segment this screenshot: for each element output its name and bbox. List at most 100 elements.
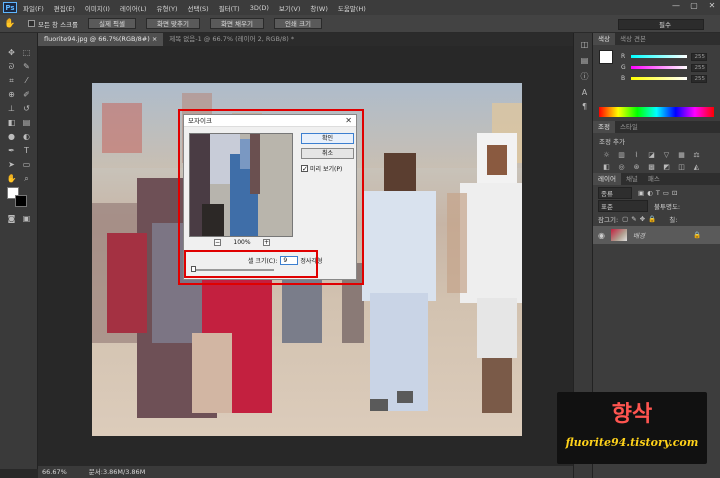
- stamp-tool-icon[interactable]: ⊥: [6, 103, 17, 114]
- visibility-eye-icon[interactable]: ◉: [598, 231, 605, 240]
- menu-edit[interactable]: 편집(E): [54, 3, 75, 13]
- layer-name[interactable]: 배경: [633, 230, 645, 240]
- tab-paths[interactable]: 패스: [643, 173, 665, 185]
- layer-filter-row: 종류 ▣◐T▭⊡: [593, 187, 720, 199]
- photoshop-logo: Ps: [3, 2, 17, 13]
- quick-select-tool-icon[interactable]: ✎: [21, 61, 32, 72]
- color-panel-tabs: 색상 색상 견본: [593, 33, 720, 45]
- character-panel-icon[interactable]: A: [579, 87, 590, 98]
- menu-help[interactable]: 도움말(H): [338, 3, 366, 13]
- channel-mixer-icon[interactable]: ⊛: [631, 162, 642, 172]
- vibrance-icon[interactable]: ▽: [661, 150, 672, 160]
- fg-bg-preview: R 255 G 255 B 255: [593, 45, 720, 89]
- menu-file[interactable]: 파일(F): [23, 3, 44, 13]
- gradient-tool-icon[interactable]: ▤: [21, 117, 32, 128]
- tab-fluorite94[interactable]: fluorite94.jpg @ 66.7%(RGB/8#) ×: [38, 33, 164, 46]
- menu-filter[interactable]: 필터(T): [219, 3, 240, 13]
- fill-screen-button[interactable]: 화면 채우기: [209, 18, 264, 29]
- color-spectrum[interactable]: [599, 107, 714, 117]
- eraser-tool-icon[interactable]: ◧: [6, 117, 17, 128]
- adjust-title: 조정 추가: [599, 138, 625, 146]
- layer-thumbnail: [610, 229, 627, 241]
- window-controls: — ▢ ✕: [666, 0, 720, 11]
- watermark-url: fluorite94.tistory.com: [565, 436, 699, 449]
- levels-icon[interactable]: ▥: [616, 150, 627, 160]
- tab-untitled-1[interactable]: 제목 없음-1 @ 66.7% (레이어 2, RGB/8) *: [163, 33, 300, 46]
- lookup-icon[interactable]: ▩: [646, 162, 657, 172]
- menu-window[interactable]: 창(W): [310, 3, 327, 13]
- eyedropper-tool-icon[interactable]: ⁄: [21, 75, 32, 86]
- blur-tool-icon[interactable]: ●: [6, 131, 17, 142]
- hand-tool-icon[interactable]: ✋: [6, 173, 17, 184]
- background-color-swatch[interactable]: [15, 195, 27, 207]
- invert-icon[interactable]: ◩: [661, 162, 672, 172]
- curves-icon[interactable]: ⌇: [631, 150, 642, 160]
- crop-tool-icon[interactable]: ⌗: [6, 75, 17, 86]
- menu-select[interactable]: 선택(S): [188, 3, 209, 13]
- shape-tool-icon[interactable]: ▭: [21, 159, 32, 170]
- history-brush-tool-icon[interactable]: ↺: [21, 103, 32, 114]
- pen-tool-icon[interactable]: ✒: [6, 145, 17, 156]
- posterize-icon[interactable]: ◫: [676, 162, 687, 172]
- dodge-tool-icon[interactable]: ◐: [21, 131, 32, 142]
- move-tool-icon[interactable]: ✥: [6, 47, 17, 58]
- color-balance-icon[interactable]: ⚖: [691, 150, 702, 160]
- green-slider[interactable]: G 255: [593, 62, 720, 73]
- fill-label: 칠:: [669, 216, 678, 224]
- blend-mode-select[interactable]: 표준: [598, 200, 648, 212]
- menu-view[interactable]: 보기(V): [279, 3, 300, 13]
- watermark-name: 향삭: [611, 402, 653, 427]
- fit-screen-button[interactable]: 화면 맞추기: [146, 18, 200, 29]
- actual-pixels-button[interactable]: 실제 픽셀: [88, 18, 137, 29]
- hue-icon[interactable]: ▦: [676, 150, 687, 160]
- tab-color[interactable]: 색상: [593, 33, 615, 45]
- type-tool-icon[interactable]: T: [21, 145, 32, 156]
- tab-layers[interactable]: 레이어: [593, 173, 621, 185]
- watermark: 향삭 fluorite94.tistory.com: [557, 392, 707, 464]
- photo-filter-icon[interactable]: ◎: [616, 162, 627, 172]
- cell-size-highlight: [184, 250, 318, 278]
- threshold-icon[interactable]: ◭: [691, 162, 702, 172]
- paragraph-panel-icon[interactable]: ¶: [579, 101, 590, 112]
- path-select-tool-icon[interactable]: ➤: [6, 159, 17, 170]
- properties-panel-icon[interactable]: ▤: [579, 55, 590, 66]
- quick-mask-icon[interactable]: ◙: [6, 213, 17, 224]
- blue-slider[interactable]: B 255: [593, 73, 720, 84]
- lock-label: 잠그기:: [598, 216, 619, 224]
- brightness-icon[interactable]: ☼: [601, 150, 612, 160]
- menu-image[interactable]: 이미지(I): [85, 3, 110, 13]
- workspace-switcher[interactable]: 필수: [618, 19, 704, 30]
- close-button[interactable]: ✕: [704, 0, 720, 11]
- status-bar: 66.67% 문서:3.86M/3.86M: [38, 466, 573, 478]
- healing-tool-icon[interactable]: ⊕: [6, 89, 17, 100]
- tab-channels[interactable]: 채널: [621, 173, 643, 185]
- layer-kind-select[interactable]: 종류: [598, 187, 632, 199]
- red-slider[interactable]: R 255: [593, 51, 720, 62]
- menu-type[interactable]: 유형(Y): [157, 3, 178, 13]
- brush-tool-icon[interactable]: ✐: [21, 89, 32, 100]
- zoom-level[interactable]: 66.67%: [42, 466, 67, 478]
- layer-row-background[interactable]: ◉ 배경 🔒: [593, 226, 720, 244]
- screen-mode-icon[interactable]: ▣: [21, 213, 32, 224]
- exposure-icon[interactable]: ◪: [646, 150, 657, 160]
- opacity-label: 불투명도:: [654, 203, 681, 211]
- print-size-button[interactable]: 인쇄 크기: [273, 18, 322, 29]
- history-panel-icon[interactable]: ◫: [579, 39, 590, 50]
- minimize-button[interactable]: —: [668, 0, 684, 11]
- menu-layer[interactable]: 레이어(L): [120, 3, 147, 13]
- zoom-tool-icon[interactable]: ⌕: [21, 173, 32, 184]
- maximize-button[interactable]: ▢: [686, 0, 702, 11]
- bw-icon[interactable]: ◧: [601, 162, 612, 172]
- lock-icons[interactable]: ▢✎✥🔒: [622, 215, 659, 223]
- adjust-panel-tabs: 조정 스타일: [593, 121, 720, 133]
- tab-adjustments[interactable]: 조정: [593, 121, 615, 133]
- options-bar: ✋ 모든 창 스크롤 실제 픽셀 화면 맞추기 화면 채우기 인쇄 크기: [0, 15, 720, 33]
- menu-3d[interactable]: 3D(D): [250, 4, 269, 12]
- info-panel-icon[interactable]: ⓘ: [579, 71, 590, 82]
- tab-swatches[interactable]: 색상 견본: [615, 33, 651, 45]
- scroll-all-checkbox[interactable]: [28, 20, 35, 27]
- tools-panel: ✥ ⬚ ᘐ ✎ ⌗ ⁄ ⊕ ✐ ⊥ ↺ ◧ ▤ ● ◐ ✒ T ➤ ▭ ✋ ⌕ …: [0, 33, 38, 469]
- marquee-tool-icon[interactable]: ⬚: [21, 47, 32, 58]
- tab-styles[interactable]: 스타일: [615, 121, 643, 133]
- lasso-tool-icon[interactable]: ᘐ: [6, 61, 17, 72]
